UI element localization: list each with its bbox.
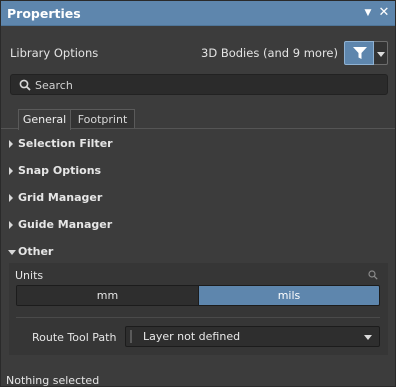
- tab-footprint[interactable]: Footprint: [71, 109, 135, 129]
- search-icon: [19, 79, 31, 91]
- route-tool-path-label: Route Tool Path: [32, 331, 117, 344]
- section-label: Grid Manager: [18, 191, 103, 204]
- panel-menu-icon[interactable]: ▼: [362, 7, 374, 19]
- route-tool-path-value: Layer not defined: [143, 330, 241, 343]
- units-label: Units: [15, 269, 44, 282]
- search-box[interactable]: [10, 74, 388, 95]
- filter-button[interactable]: [344, 41, 374, 65]
- units-toggle: mm mils: [16, 285, 380, 306]
- expand-arrow-icon: [9, 194, 13, 202]
- grip-handle: [130, 330, 132, 343]
- section-snap-options[interactable]: Snap Options: [9, 164, 129, 180]
- search-icon[interactable]: [368, 270, 378, 280]
- funnel-icon: [353, 47, 367, 59]
- close-icon[interactable]: ✕: [378, 6, 390, 20]
- section-guide-manager[interactable]: Guide Manager: [9, 218, 129, 234]
- section-grid-manager[interactable]: Grid Manager: [9, 191, 129, 207]
- tab-general[interactable]: General: [18, 109, 71, 130]
- panel-titlebar[interactable]: Properties ▼ ✕: [1, 1, 395, 26]
- section-label: Other: [18, 245, 54, 258]
- expand-arrow-icon: [9, 167, 13, 175]
- expand-arrow-icon: [9, 140, 13, 148]
- status-text: Nothing selected: [6, 374, 100, 387]
- chevron-down-icon: [364, 335, 372, 340]
- filter-dropdown-button[interactable]: [374, 41, 388, 65]
- expand-arrow-icon: [9, 221, 13, 229]
- section-label: Guide Manager: [18, 218, 113, 231]
- search-input[interactable]: [35, 77, 375, 93]
- section-label: Selection Filter: [18, 137, 113, 150]
- section-selection-filter[interactable]: Selection Filter: [9, 137, 129, 153]
- section-other[interactable]: Other: [8, 245, 129, 261]
- units-mm-option[interactable]: mm: [17, 286, 199, 305]
- collapse-arrow-icon: [8, 250, 16, 255]
- section-label: Snap Options: [18, 164, 102, 177]
- panel-title: Properties: [7, 6, 81, 21]
- chevron-down-icon: [377, 52, 385, 57]
- library-options-label: Library Options: [10, 46, 99, 60]
- filter-summary: 3D Bodies (and 9 more): [201, 46, 338, 60]
- properties-panel: Properties ▼ ✕ Library Options 3D Bodies…: [0, 0, 396, 387]
- tab-bar: General Footprint: [1, 109, 395, 130]
- divider: [16, 317, 380, 318]
- units-mils-option[interactable]: mils: [199, 286, 379, 305]
- route-tool-path-select[interactable]: Layer not defined: [125, 326, 380, 347]
